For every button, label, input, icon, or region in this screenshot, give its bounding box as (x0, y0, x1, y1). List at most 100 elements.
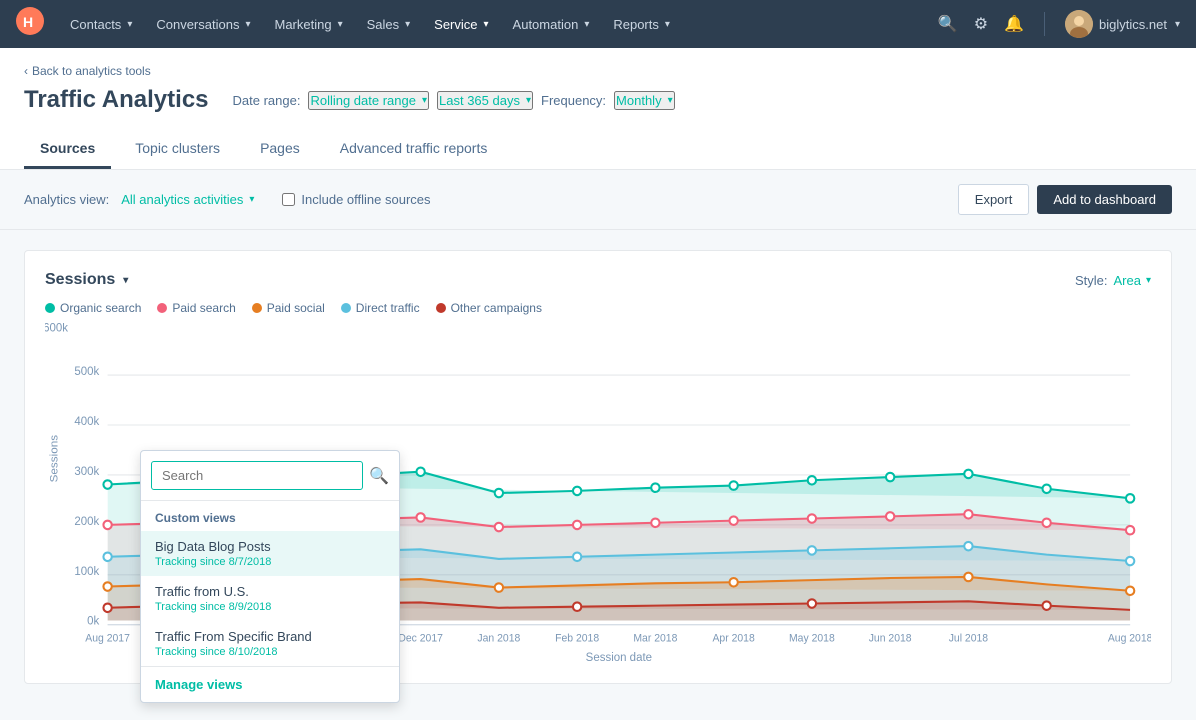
nav-conversations[interactable]: Conversations ▾ (146, 11, 260, 38)
tabs: Sources Topic clusters Pages Advanced tr… (24, 130, 1172, 169)
legend-direct-traffic: Direct traffic (341, 301, 420, 315)
main-content: Sessions ▾ Style: Area ▾ Organic search … (0, 230, 1196, 704)
date-range-button[interactable]: Rolling date range ▾ (308, 91, 429, 110)
dropdown-item-2[interactable]: Traffic From Specific Brand Tracking sin… (141, 621, 399, 666)
svg-text:Jun 2018: Jun 2018 (869, 633, 912, 645)
style-select: Style: Area ▾ (1075, 273, 1151, 288)
offline-sources-checkbox-wrap: Include offline sources (282, 192, 430, 207)
svg-text:Jul 2018: Jul 2018 (949, 633, 989, 645)
tab-pages[interactable]: Pages (244, 130, 316, 169)
offline-sources-label: Include offline sources (301, 192, 430, 207)
chevron-down-icon: ▾ (405, 19, 410, 30)
dropdown-search-input[interactable] (151, 461, 363, 490)
legend-organic-search: Organic search (45, 301, 141, 315)
svg-text:100k: 100k (74, 566, 99, 578)
chevron-down-icon: ▾ (668, 95, 673, 106)
user-domain: biglytics.net (1099, 17, 1167, 32)
page-header: ‹ Back to analytics tools Traffic Analyt… (0, 48, 1196, 170)
chart-legend: Organic search Paid search Paid social D… (45, 301, 1151, 315)
svg-text:H: H (23, 14, 33, 30)
filter-row: Date range: Rolling date range ▾ Last 36… (233, 91, 675, 110)
tab-sources[interactable]: Sources (24, 130, 111, 169)
dropdown-search-row: 🔍 (141, 451, 399, 501)
frequency-button[interactable]: Monthly ▾ (614, 91, 675, 110)
page-title: Traffic Analytics (24, 86, 209, 114)
manage-views-link[interactable]: Manage views (141, 666, 399, 702)
add-to-dashboard-button[interactable]: Add to dashboard (1037, 185, 1172, 214)
nav-marketing[interactable]: Marketing ▾ (264, 11, 352, 38)
legend-dot-other (436, 303, 446, 313)
date-period-button[interactable]: Last 365 days ▾ (437, 91, 533, 110)
svg-text:400k: 400k (74, 416, 99, 428)
svg-text:300k: 300k (74, 466, 99, 478)
chevron-down-icon: ▾ (127, 19, 132, 30)
nav-sales[interactable]: Sales ▾ (357, 11, 421, 38)
sessions-label: Sessions ▾ (45, 271, 128, 289)
export-button[interactable]: Export (958, 184, 1030, 215)
chevron-down-icon: ▾ (584, 19, 589, 30)
dropdown-section-custom-views: Custom views (141, 501, 399, 531)
nav-automation[interactable]: Automation ▾ (503, 11, 600, 38)
chevron-down-icon: ▾ (338, 19, 343, 30)
svg-text:Aug 2018: Aug 2018 (1108, 633, 1151, 645)
nav-divider (1044, 12, 1045, 36)
chevron-down-icon: ▾ (245, 19, 250, 30)
chevron-down-icon: ▾ (665, 19, 670, 30)
topnav-right: 🔍 ⚙ 🔔 biglytics.net ▾ (938, 10, 1180, 38)
search-icon[interactable]: 🔍 (938, 14, 958, 34)
svg-text:Jan 2018: Jan 2018 (477, 633, 520, 645)
svg-text:500k: 500k (74, 366, 99, 378)
svg-text:May 2018: May 2018 (789, 633, 835, 645)
settings-icon[interactable]: ⚙ (974, 14, 988, 34)
chart-header: Sessions ▾ Style: Area ▾ (45, 271, 1151, 289)
legend-other-campaigns: Other campaigns (436, 301, 542, 315)
user-menu[interactable]: biglytics.net ▾ (1065, 10, 1180, 38)
analytics-view-label: Analytics view: (24, 192, 109, 207)
hubspot-logo[interactable]: H (16, 7, 44, 41)
style-value-button[interactable]: Area ▾ (1114, 273, 1152, 288)
svg-text:600k: 600k (45, 323, 68, 335)
chevron-down-icon: ▾ (123, 275, 128, 286)
legend-paid-social: Paid social (252, 301, 325, 315)
chevron-left-icon: ‹ (24, 64, 28, 78)
svg-text:Session date: Session date (586, 652, 652, 663)
analytics-bar: Analytics view: All analytics activities… (0, 170, 1196, 230)
page-title-row: Traffic Analytics Date range: Rolling da… (24, 86, 1172, 114)
tab-topic-clusters[interactable]: Topic clusters (119, 130, 236, 169)
svg-text:Mar 2018: Mar 2018 (633, 633, 677, 645)
analytics-right: Export Add to dashboard (958, 184, 1172, 215)
svg-text:Apr 2018: Apr 2018 (712, 633, 754, 645)
search-icon[interactable]: 🔍 (369, 466, 389, 486)
dropdown-list: Custom views Big Data Blog Posts Trackin… (141, 501, 399, 666)
offline-sources-checkbox[interactable] (282, 193, 295, 206)
dropdown-item-1[interactable]: Traffic from U.S. Tracking since 8/9/201… (141, 576, 399, 621)
nav-reports[interactable]: Reports ▾ (603, 11, 680, 38)
legend-paid-search: Paid search (157, 301, 235, 315)
nav-contacts[interactable]: Contacts ▾ (60, 11, 142, 38)
svg-text:Dec 2017: Dec 2017 (398, 633, 443, 645)
tab-advanced-traffic[interactable]: Advanced traffic reports (324, 130, 504, 169)
chevron-down-icon: ▾ (1146, 275, 1151, 286)
svg-text:Sessions: Sessions (49, 435, 61, 483)
topnav: H Contacts ▾ Conversations ▾ Marketing ▾… (0, 0, 1196, 48)
analytics-view-dropdown: 🔍 Custom views Big Data Blog Posts Track… (140, 450, 400, 703)
legend-dot-paid-social (252, 303, 262, 313)
legend-dot-paid-search (157, 303, 167, 313)
notifications-icon[interactable]: 🔔 (1004, 14, 1024, 34)
chevron-down-icon: ▾ (484, 19, 489, 30)
svg-text:Aug 2017: Aug 2017 (85, 633, 130, 645)
chevron-down-icon: ▾ (526, 95, 531, 106)
legend-dot-organic (45, 303, 55, 313)
svg-text:200k: 200k (74, 516, 99, 528)
analytics-view-button[interactable]: All analytics activities ▾ (121, 192, 254, 207)
avatar (1065, 10, 1093, 38)
chevron-down-icon: ▾ (422, 95, 427, 106)
chevron-down-icon: ▾ (1175, 19, 1180, 30)
dropdown-item-0[interactable]: Big Data Blog Posts Tracking since 8/7/2… (141, 531, 399, 576)
back-link[interactable]: ‹ Back to analytics tools (24, 64, 1172, 78)
chevron-down-icon: ▾ (249, 194, 254, 205)
nav-service[interactable]: Service ▾ (424, 11, 498, 38)
svg-text:Feb 2018: Feb 2018 (555, 633, 599, 645)
svg-text:0k: 0k (87, 616, 99, 628)
legend-dot-direct (341, 303, 351, 313)
